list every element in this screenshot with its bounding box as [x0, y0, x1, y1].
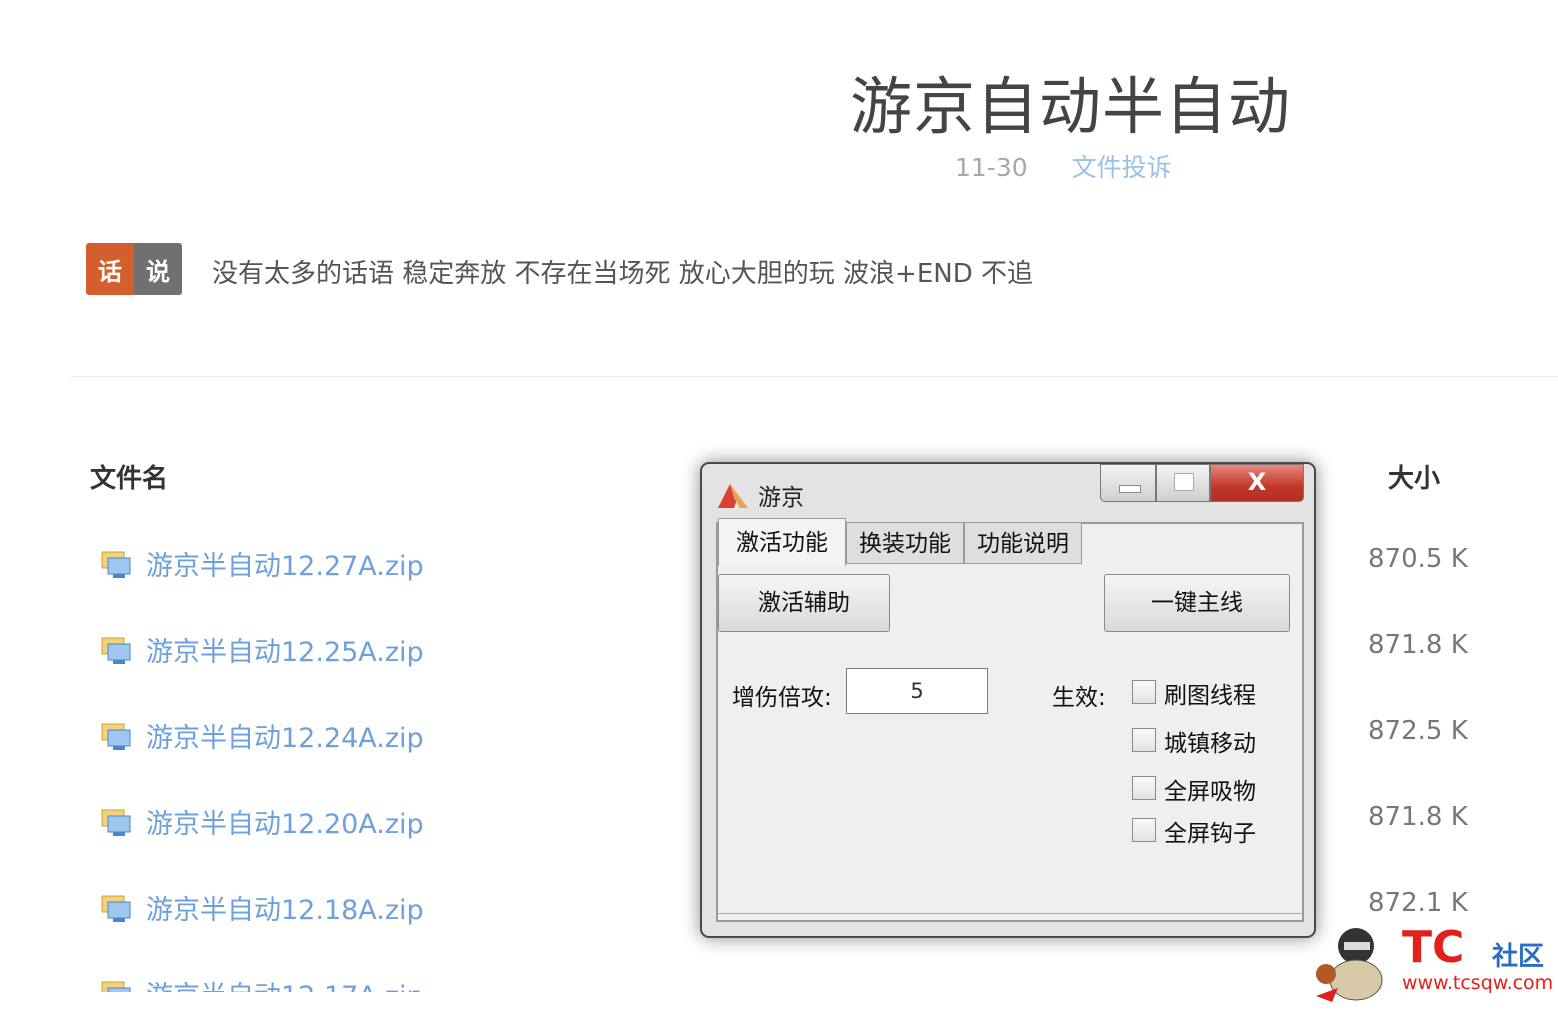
damage-multiplier-input[interactable]: 5 [846, 668, 988, 714]
damage-label: 增伤倍攻: [732, 685, 832, 711]
watermark-url: www.tcsqw.com [1402, 972, 1554, 994]
file-size: 872.5 K [1368, 716, 1468, 746]
computer-file-icon [101, 551, 131, 578]
close-icon: X [1247, 468, 1267, 496]
column-header-name: 文件名 [90, 464, 169, 494]
checkbox-map-thread[interactable] [1132, 680, 1156, 704]
tab-activate[interactable]: 激活功能 [718, 518, 846, 566]
tab-help[interactable]: 功能说明 [964, 522, 1082, 564]
checkbox-label: 全屏吸物 [1164, 779, 1256, 805]
file-name-link[interactable]: 游京半自动12.17A.zip [146, 974, 424, 992]
file-name-link[interactable]: 游京半自动12.20A.zip [146, 802, 424, 841]
maximize-button[interactable] [1156, 464, 1210, 502]
talk-badge-left: 话 [86, 243, 134, 295]
one-key-mainline-button[interactable]: 一键主线 [1104, 574, 1290, 632]
talk-badge: 话 说 [86, 243, 182, 295]
report-link[interactable]: 文件投诉 [1072, 153, 1172, 182]
file-name-link[interactable]: 游京半自动12.27A.zip [146, 544, 424, 583]
divider [70, 376, 1558, 377]
meta-line: 11-30 文件投诉 [955, 148, 1172, 184]
maximize-icon [1174, 473, 1194, 491]
checkbox-fullscreen-hook[interactable] [1132, 818, 1156, 842]
computer-file-icon [101, 981, 131, 992]
tab-outfit[interactable]: 换装功能 [846, 522, 964, 564]
effect-label: 生效: [1052, 685, 1106, 711]
page-title: 游京自动半自动 [850, 70, 1292, 143]
file-name-link[interactable]: 游京半自动12.24A.zip [146, 716, 424, 755]
file-size: 870.5 K [1368, 544, 1468, 574]
mascot-icon [1316, 928, 1383, 1002]
file-size: 872.1 K [1368, 888, 1468, 918]
minimize-icon [1119, 485, 1141, 493]
description: 没有太多的话语 稳定奔放 不存在当场死 放心大胆的玩 波浪+END 不追 [212, 259, 1034, 289]
close-button[interactable]: X [1210, 464, 1304, 502]
checkbox-fullscreen-pickup[interactable] [1132, 776, 1156, 800]
computer-file-icon [101, 809, 131, 836]
watermark-suffix: 社区 [1492, 942, 1545, 972]
minimize-button[interactable] [1100, 464, 1156, 502]
computer-file-icon [101, 723, 131, 750]
computer-file-icon [101, 895, 131, 922]
column-header-size: 大小 [1388, 464, 1441, 494]
watermark: TC 社区 www.tcsqw.com [1308, 918, 1558, 1008]
app-logo-icon [718, 484, 748, 508]
pane-bottom-line [718, 913, 1302, 914]
file-size: 871.8 K [1368, 630, 1468, 660]
checkbox-label: 全屏钩子 [1164, 821, 1256, 847]
checkbox-town-move[interactable] [1132, 728, 1156, 752]
post-date: 11-30 [955, 153, 1028, 182]
computer-file-icon [101, 637, 131, 664]
dialog-window: 游京 X 激活功能 换装功能 功能说明 激活辅助 一键主线 增伤倍攻: 5 生效… [700, 462, 1316, 938]
tab-pane: 激活功能 换装功能 功能说明 激活辅助 一键主线 增伤倍攻: 5 生效: 刷图线… [716, 518, 1304, 922]
file-size: 871.8 K [1368, 802, 1468, 832]
file-name-link[interactable]: 游京半自动12.18A.zip [146, 888, 424, 927]
activate-assist-button[interactable]: 激活辅助 [718, 574, 890, 632]
talk-badge-right: 说 [134, 243, 182, 295]
file-name-link[interactable]: 游京半自动12.25A.zip [146, 630, 424, 669]
watermark-brand: TC [1402, 922, 1465, 973]
checkbox-label: 城镇移动 [1164, 731, 1256, 757]
checkbox-label: 刷图线程 [1164, 683, 1256, 709]
dialog-title: 游京 [758, 485, 804, 511]
